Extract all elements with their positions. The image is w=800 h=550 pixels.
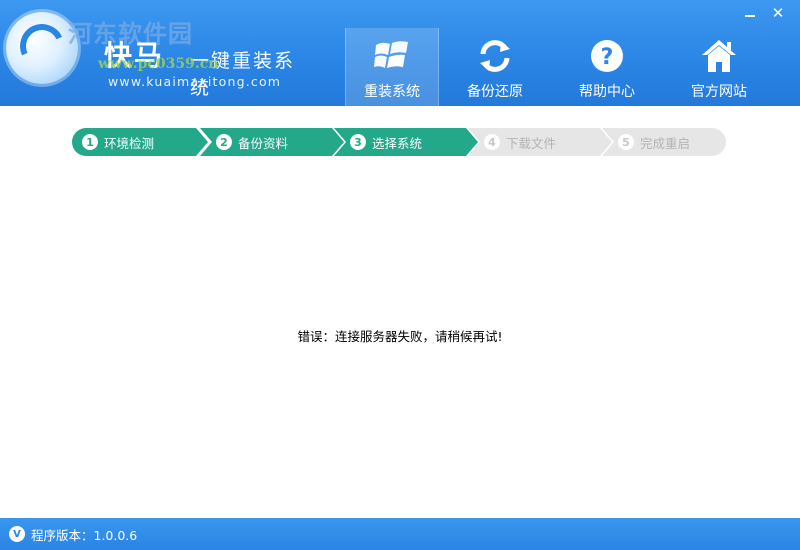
- step-label: 备份资料: [238, 135, 289, 151]
- close-button[interactable]: ✕: [766, 3, 790, 23]
- step-label: 下载文件: [506, 135, 557, 151]
- step-number: 5: [618, 134, 634, 150]
- windows-icon: [373, 37, 411, 75]
- step-number: 4: [484, 134, 500, 150]
- nav-official-website[interactable]: 官方网站: [663, 28, 775, 106]
- brand-url: www.kuaimaxitong.com: [108, 74, 282, 89]
- status-bar: V 程序版本：1.0.0.6: [0, 518, 800, 550]
- refresh-icon: [476, 37, 514, 75]
- nav-label: 备份还原: [467, 84, 523, 100]
- minimize-button[interactable]: [738, 3, 762, 23]
- step-finish-restart: 5 完成重启: [602, 128, 726, 156]
- nav-reinstall-system[interactable]: 重装系统: [345, 28, 439, 106]
- watermark-site-url: www.pc0359.cn: [98, 56, 219, 72]
- main-nav: 重装系统 备份还原 ? 帮助中心 官方网站: [345, 28, 775, 106]
- step-download-files: 4 下载文件: [468, 128, 612, 156]
- step-label: 环境检测: [104, 135, 155, 151]
- progress-steps: 1 环境检测 2 备份资料 3 选择系统 4 下载文件 5 完成重启: [72, 128, 732, 156]
- step-label: 选择系统: [372, 135, 423, 151]
- nav-label: 帮助中心: [579, 84, 635, 100]
- svg-text:?: ?: [601, 45, 614, 70]
- minimize-icon: [745, 15, 755, 17]
- brand-subtitle: 一键重装系统: [190, 50, 296, 99]
- step-environment-check: 1 环境检测: [72, 128, 208, 156]
- version-text: 程序版本：1.0.0.6: [31, 527, 138, 543]
- step-number: 2: [216, 134, 232, 150]
- brand-logo: 河东软件园 快马 一键重装系统 www.pc0359.cn www.kuaima…: [2, 8, 302, 100]
- step-select-system: 3 选择系统: [334, 128, 478, 156]
- nav-backup-restore[interactable]: 备份还原: [439, 28, 551, 106]
- nav-label: 重装系统: [364, 84, 420, 100]
- home-icon: [700, 37, 738, 75]
- window-controls: ✕: [738, 3, 790, 23]
- app-header: ✕ 河东软件园 快马 一键重装系统 www.pc0359.cn www.kuai…: [0, 0, 800, 106]
- step-number: 3: [350, 134, 366, 150]
- step-backup-data: 2 备份资料: [200, 128, 344, 156]
- nav-help-center[interactable]: ? 帮助中心: [551, 28, 663, 106]
- error-message: 错误：连接服务器失败，请稍候再试!: [297, 329, 503, 344]
- help-icon: ?: [588, 37, 626, 75]
- step-number: 1: [82, 134, 98, 150]
- nav-label: 官方网站: [691, 84, 747, 100]
- step-label: 完成重启: [640, 135, 691, 151]
- version-icon: V: [9, 526, 25, 542]
